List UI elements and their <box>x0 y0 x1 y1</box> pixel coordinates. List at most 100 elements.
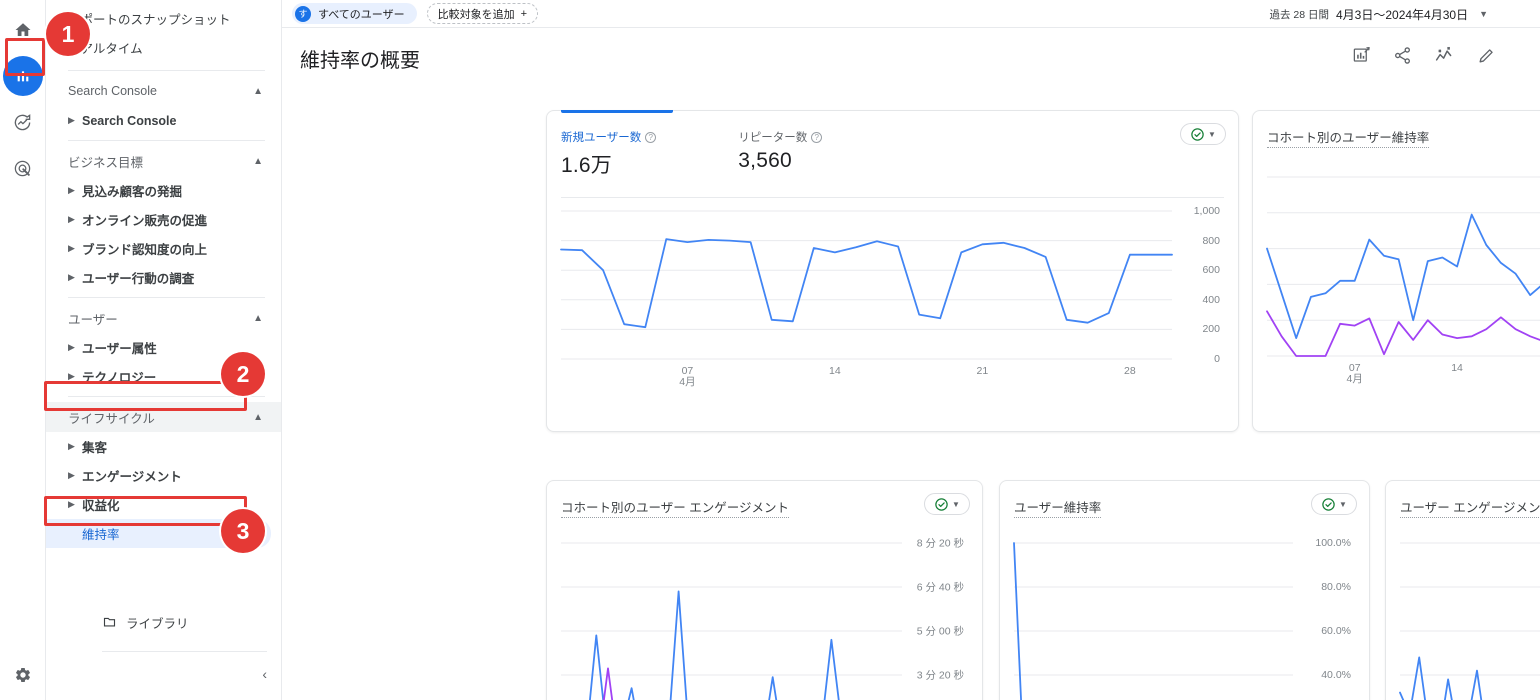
card-title[interactable]: ユーザー エンゲージメント <box>1400 497 1540 518</box>
x-axis-tick-label: 07 4月 <box>1346 362 1363 385</box>
sidebar-item-label: エンゲージメント <box>82 470 182 484</box>
sidebar-section-business-objectives[interactable]: ビジネス目標 ▲ <box>46 146 281 176</box>
sidebar-section-lifecycle[interactable]: ライフサイクル ▲ <box>46 402 281 432</box>
card-title[interactable]: ユーザー維持率 <box>1014 497 1102 518</box>
card-user-retention[interactable]: ユーザー維持率 ▼ 40.0% 60.0% 80.0% 100.0% <box>999 480 1370 700</box>
share-icon[interactable] <box>1393 46 1412 70</box>
chevron-up-icon: ▲ <box>253 411 263 423</box>
card-metric-selector[interactable]: ▼ <box>924 493 970 515</box>
x-axis-tick-label: 21 <box>976 365 989 377</box>
chevron-right-icon: ▶ <box>68 499 75 509</box>
card-retention-by-cohort[interactable]: コホート別のユーザー維持率 ▼ 0.0%1.0%2.0%3.0%4.0%5.0%… <box>1252 110 1540 432</box>
sidebar-item-drive-online-sales[interactable]: ▶ オンライン販売の促進 <box>46 205 281 234</box>
sidebar-divider <box>68 140 265 141</box>
metric-label[interactable]: リピーター数 ? <box>738 129 823 145</box>
series-line-1 <box>602 667 614 700</box>
insights-icon[interactable] <box>1352 46 1371 70</box>
metric-label[interactable]: 新規ユーザー数 ? <box>561 129 657 145</box>
add-comparison-button[interactable]: 比較対象を追加 + <box>426 3 539 24</box>
sidebar-item-raise-brand-awareness[interactable]: ▶ ブランド認知度の向上 <box>46 234 281 263</box>
sidebar-divider <box>102 651 267 652</box>
annotation-marker-3: 3 <box>221 509 265 553</box>
card-metric-selector[interactable]: ▼ <box>1180 123 1226 145</box>
sidebar-item-label: レポートのスナップショット <box>68 13 231 27</box>
sidebar-section-user[interactable]: ユーザー ▲ <box>46 303 281 333</box>
sidebar-item-generate-leads[interactable]: ▶ 見込み顧客の発掘 <box>46 176 281 205</box>
x-axis-tick-label: 07 4月 <box>679 365 696 388</box>
series-line-1 <box>1266 310 1540 357</box>
card-metric-selector[interactable]: ▼ <box>1311 493 1357 515</box>
sidebar-item-label: ブランド認知度の向上 <box>82 243 208 257</box>
chart-svg <box>1266 176 1540 357</box>
chevron-down-icon: ▼ <box>952 499 960 509</box>
chart-user-retention[interactable]: 40.0% 60.0% 80.0% 100.0% <box>1013 529 1355 700</box>
card-title[interactable]: コホート別のユーザー維持率 <box>1267 127 1430 148</box>
metric-new-users: 新規ユーザー数 ? 1.6万 <box>561 129 657 179</box>
sidebar-item-engagement[interactable]: ▶ エンゲージメント <box>46 461 281 490</box>
date-range-picker[interactable]: 過去 28 日間 4月3日〜2024年4月30日 ▼ <box>1269 0 1488 28</box>
sidebar-item-search-console[interactable]: ▶ Search Console <box>46 106 281 135</box>
metric-row: 新規ユーザー数 ? 1.6万 リピーター数 ? 3,560 <box>547 111 1238 179</box>
sidebar-item-library[interactable]: ライブラリ <box>46 613 281 632</box>
explore-icon[interactable] <box>3 102 43 142</box>
section-title: ユーザー <box>68 312 118 327</box>
sidebar-item-label: 見込み顧客の発掘 <box>82 185 183 199</box>
audience-chip[interactable]: す すべてのユーザー <box>292 3 417 24</box>
card-divider <box>561 197 1224 198</box>
chevron-right-icon: ▶ <box>68 214 75 224</box>
chart-engagement-by-cohort[interactable]: 1 分 40 秒3 分 20 秒5 分 00 秒6 分 40 秒8 分 20 秒 <box>561 529 968 700</box>
sidebar-item-label: Search Console <box>82 113 177 128</box>
sidebar-item-acquisition[interactable]: ▶ 集客 <box>46 432 281 461</box>
compare-icon[interactable] <box>1434 45 1455 71</box>
sidebar-item-examine-user-behavior[interactable]: ▶ ユーザー行動の調査 <box>46 263 281 292</box>
sidebar-divider <box>68 297 265 298</box>
cards-grid: 新規ユーザー数 ? 1.6万 リピーター数 ? 3,560 ▼ 0 200 40… <box>282 88 1540 700</box>
chart-user-engagement[interactable]: 50 秒1 分 40 秒2 分 30 秒3 分 20 秒4 分 10 秒 <box>1399 529 1540 700</box>
help-icon[interactable]: ? <box>811 131 823 143</box>
series-line-0 <box>1399 656 1483 700</box>
comparison-topbar: す すべてのユーザー 比較対象を追加 + 過去 28 日間 4月3日〜2024年… <box>282 0 1540 28</box>
chevron-down-icon: ▼ <box>1339 499 1347 509</box>
advertising-icon[interactable] <box>3 148 43 188</box>
chevron-right-icon: ▶ <box>68 185 75 195</box>
reports-icon[interactable] <box>2 56 43 96</box>
series-line-0 <box>1013 542 1022 700</box>
chevron-right-icon: ▶ <box>68 342 75 352</box>
metric-label-text: リピーター数 <box>738 132 808 144</box>
x-axis-tick-label: 14 <box>829 365 841 377</box>
chart-svg <box>1013 542 1293 700</box>
card-user-engagement[interactable]: ユーザー エンゲージメント ▼ 50 秒1 分 40 秒2 分 30 秒3 分 … <box>1385 480 1540 700</box>
main-content: す すべてのユーザー 比較対象を追加 + 過去 28 日間 4月3日〜2024年… <box>282 0 1540 700</box>
series-line-0 <box>589 590 840 700</box>
section-title: ライフサイクル <box>68 411 155 426</box>
section-title: ビジネス目標 <box>68 155 144 170</box>
add-comparison-label: 比較対象を追加 <box>437 8 515 21</box>
edit-icon[interactable] <box>1477 46 1496 70</box>
card-new-vs-returning[interactable]: 新規ユーザー数 ? 1.6万 リピーター数 ? 3,560 ▼ 0 200 40… <box>546 110 1239 432</box>
metric-value: 1.6万 <box>561 154 612 177</box>
chevron-right-icon: ▶ <box>68 371 75 381</box>
sidebar-item-label: ユーザー行動の調査 <box>82 272 195 286</box>
folder-icon <box>102 614 117 632</box>
x-axis-tick-label: 28 <box>1124 365 1136 377</box>
page-title: 維持率の概要 <box>300 49 420 72</box>
chart-new-vs-returning[interactable]: 0 200 400 600 800 1,000 07 4月 14 21 28 <box>560 205 1224 395</box>
sidebar-divider <box>68 396 265 397</box>
sidebar-section-search-console[interactable]: Search Console ▲ <box>46 76 281 106</box>
annotation-marker-2: 2 <box>221 352 265 396</box>
chevron-up-icon: ▲ <box>253 312 263 324</box>
settings-gear-icon[interactable] <box>10 662 36 688</box>
audience-chip-label: すべてのユーザー <box>318 8 405 21</box>
active-tab-indicator <box>561 110 673 113</box>
home-icon[interactable] <box>3 10 43 50</box>
chart-retention-by-cohort[interactable]: 0.0%1.0%2.0%3.0%4.0%5.0%074月142128 <box>1266 159 1540 394</box>
card-engagement-by-cohort[interactable]: コホート別のユーザー エンゲージメント ▼ 1 分 40 秒3 分 20 秒5 … <box>546 480 983 700</box>
sidebar-item-label: オンライン販売の促進 <box>82 214 208 228</box>
date-range-badge: 過去 28 日間 <box>1269 8 1329 21</box>
card-title[interactable]: コホート別のユーザー エンゲージメント <box>561 497 789 518</box>
page-header: 維持率の概要 <box>282 28 1540 88</box>
help-icon[interactable]: ? <box>645 131 657 143</box>
collapse-sidebar-button[interactable]: ‹ <box>262 666 267 682</box>
chart-svg <box>1399 542 1540 700</box>
avatar: す <box>295 5 311 22</box>
